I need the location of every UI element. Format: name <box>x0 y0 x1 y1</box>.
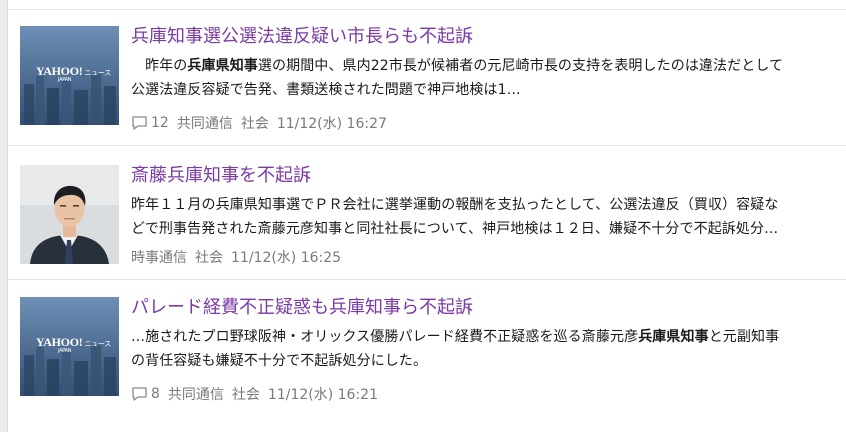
article-datetime: 11/12(水) 16:21 <box>267 387 378 403</box>
snippet-line: の背任容疑も嫌疑不十分で不起訴処分にした。 <box>131 352 428 369</box>
news-item[interactable]: YAHOO! ニュース JAPAN 兵庫知事選公選法違反疑い市長らも不起訴 昨年の… <box>8 9 846 146</box>
article-meta: 8 共同通信 社会 11/12(水) 16:21 <box>131 384 378 404</box>
article-snippet: 昨年１１月の兵庫県知事選でＰＲ会社に選挙運動の報酬を支払ったとして、公選法違反（… <box>131 194 839 241</box>
article-content: 斎藤兵庫知事を不起訴 昨年１１月の兵庫県知事選でＰＲ会社に選挙運動の報酬を支払っ… <box>131 150 839 266</box>
article-title[interactable]: 兵庫知事選公選法違反疑い市長らも不起訴 <box>131 25 839 49</box>
article-category: 社会 <box>240 116 269 132</box>
comment-link[interactable]: 8 <box>131 386 160 402</box>
snippet-line: 昨年１１月の兵庫県知事選でＰＲ会社に選挙運動の報酬を支払ったとして、公選法違反（… <box>131 197 779 213</box>
article-content: パレード経費不正疑惑も兵庫知事ら不起訴 …施されたプロ野球阪神・オリックス優勝パ… <box>131 280 839 403</box>
article-datetime: 11/12(水) 16:25 <box>231 250 342 266</box>
article-thumbnail[interactable]: YAHOO! ニュース JAPAN <box>20 26 119 125</box>
comment-count: 8 <box>151 386 160 402</box>
article-source: 共同通信 <box>176 116 233 132</box>
yahoo-news-logo: YAHOO! ニュース JAPAN <box>36 335 111 354</box>
article-snippet: 昨年の兵庫県知事選の期間中、県内22市長が候補者の元尼崎市長の支持を表明したのは… <box>131 55 839 102</box>
article-thumbnail[interactable]: YAHOO! ニュース JAPAN <box>20 297 119 396</box>
comment-link[interactable]: 12 <box>131 115 169 131</box>
article-datetime: 11/12(水) 16:27 <box>276 116 387 132</box>
person-portrait-image <box>20 165 119 264</box>
article-category: 社会 <box>231 387 260 403</box>
snippet-line: 昨年の兵庫県知事選の期間中、県内22市長が候補者の元尼崎市長の支持を表明したのは… <box>131 58 784 74</box>
article-meta: 時事通信 社会 11/12(水) 16:25 <box>131 247 341 267</box>
news-item[interactable]: YAHOO! ニュース JAPAN パレード経費不正疑惑も兵庫知事ら不起訴 …施さ… <box>8 280 846 432</box>
snippet-line: どで刑事告発された斎藤元彦知事と同社社長について、神戸地検は１２日、嫌疑不十分で… <box>131 220 779 237</box>
news-list: YAHOO! ニュース JAPAN 兵庫知事選公選法違反疑い市長らも不起訴 昨年の… <box>7 0 846 432</box>
comment-icon <box>132 387 147 401</box>
snippet-line: …施されたプロ野球阪神・オリックス優勝パレード経費不正疑惑を巡る斎藤元彦兵庫県知… <box>131 329 780 345</box>
comment-count: 12 <box>151 115 169 131</box>
article-snippet: …施されたプロ野球阪神・オリックス優勝パレード経費不正疑惑を巡る斎藤元彦兵庫県知… <box>131 326 839 373</box>
yahoo-news-logo: YAHOO! ニュース JAPAN <box>36 64 111 83</box>
comment-icon <box>132 116 147 130</box>
article-source: 時事通信 <box>131 250 187 266</box>
article-title[interactable]: 斎藤兵庫知事を不起訴 <box>131 164 839 188</box>
article-thumbnail[interactable] <box>20 165 119 264</box>
snippet-line: 公選法違反容疑で告発、書類送検された問題で神戸地検は1… <box>131 81 521 98</box>
article-meta: 12 共同通信 社会 11/12(水) 16:27 <box>131 113 387 133</box>
article-title[interactable]: パレード経費不正疑惑も兵庫知事ら不起訴 <box>131 296 839 320</box>
article-source: 共同通信 <box>167 387 224 403</box>
article-content: 兵庫知事選公選法違反疑い市長らも不起訴 昨年の兵庫県知事選の期間中、県内22市長… <box>131 10 839 132</box>
news-item[interactable]: 斎藤兵庫知事を不起訴 昨年１１月の兵庫県知事選でＰＲ会社に選挙運動の報酬を支払っ… <box>8 150 846 280</box>
article-category: 社会 <box>195 250 223 266</box>
